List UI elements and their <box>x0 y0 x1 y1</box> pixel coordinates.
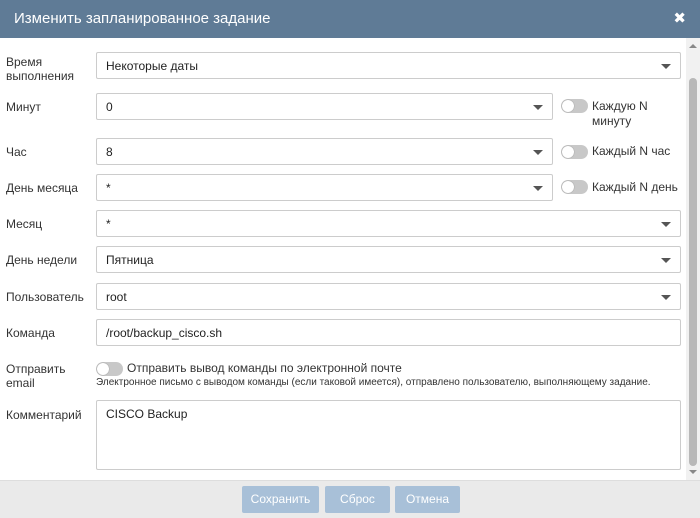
label-command: Команда <box>6 326 55 340</box>
minute-select-value: 0 <box>106 100 113 114</box>
label-send-email: Отправить email <box>6 362 66 390</box>
label-minute: Минут <box>6 100 41 114</box>
every-n-day-toggle[interactable] <box>561 180 588 194</box>
comment-textarea-value: CISCO Backup <box>106 407 188 421</box>
cancel-button[interactable]: Отмена <box>395 486 460 513</box>
toggle-knob <box>97 363 109 375</box>
send-email-note: Электронное письмо с выводом команды (ес… <box>96 377 651 388</box>
chevron-down-icon <box>661 64 671 69</box>
hour-select-value: 8 <box>106 145 113 159</box>
day-of-month-select[interactable]: * <box>96 174 553 201</box>
chevron-down-icon <box>661 295 671 300</box>
day-of-week-select-value: Пятница <box>106 253 154 267</box>
day-of-week-select[interactable]: Пятница <box>96 246 681 273</box>
scroll-up-icon[interactable] <box>689 44 697 48</box>
label-month: Месяц <box>6 217 43 231</box>
label-time-line2: выполнения <box>6 69 75 83</box>
dialog-footer: Сохранить Сброс Отмена <box>0 480 700 518</box>
vertical-scrollbar[interactable] <box>686 38 700 480</box>
label-time: Время выполнения <box>6 55 74 83</box>
month-select[interactable]: * <box>96 210 681 237</box>
command-input-value: /root/backup_cisco.sh <box>106 326 223 340</box>
send-email-toggle[interactable] <box>96 362 123 376</box>
command-input[interactable]: /root/backup_cisco.sh <box>96 319 681 346</box>
every-n-minute-line2: минуту <box>592 114 632 128</box>
hour-select[interactable]: 8 <box>96 138 553 165</box>
label-day-of-week: День недели <box>6 253 78 267</box>
toggle-knob <box>562 181 574 193</box>
label-send-email-line2: email <box>6 376 35 390</box>
time-select-value: Некоторые даты <box>106 59 199 73</box>
minute-select[interactable]: 0 <box>96 93 553 120</box>
send-email-label: Отправить вывод команды по электронной п… <box>127 361 402 375</box>
dialog-content: Время выполнения Некоторые даты Минут 0 … <box>0 38 686 480</box>
comment-textarea[interactable]: CISCO Backup <box>96 400 681 470</box>
chevron-down-icon <box>533 186 543 191</box>
time-select[interactable]: Некоторые даты <box>96 52 681 79</box>
every-n-minute-line1: Каждую N <box>592 99 648 113</box>
close-icon[interactable]: ✖ <box>673 9 686 27</box>
toggle-knob <box>562 100 574 112</box>
chevron-down-icon <box>661 222 671 227</box>
month-select-value: * <box>106 217 111 231</box>
day-of-month-select-value: * <box>106 181 111 195</box>
dialog-title: Изменить запланированное задание <box>14 10 271 27</box>
every-n-hour-label: Каждый N час <box>592 144 671 158</box>
label-comment: Комментарий <box>6 408 82 422</box>
label-hour: Час <box>6 145 27 159</box>
dialog-titlebar: Изменить запланированное задание ✖ <box>0 0 700 38</box>
label-user: Пользователь <box>6 290 84 304</box>
reset-button[interactable]: Сброс <box>325 486 390 513</box>
every-n-hour-toggle[interactable] <box>561 145 588 159</box>
label-time-line1: Время <box>6 55 43 69</box>
chevron-down-icon <box>533 150 543 155</box>
scroll-down-icon[interactable] <box>689 470 697 474</box>
every-n-minute-label: Каждую N минуту <box>592 99 648 129</box>
every-n-minute-toggle[interactable] <box>561 99 588 113</box>
chevron-down-icon <box>661 258 671 263</box>
user-select[interactable]: root <box>96 283 681 310</box>
label-day-of-month: День месяца <box>6 181 78 195</box>
every-n-day-label: Каждый N день <box>592 180 678 194</box>
save-button[interactable]: Сохранить <box>242 486 319 513</box>
chevron-down-icon <box>533 105 543 110</box>
toggle-knob <box>562 146 574 158</box>
scrollbar-thumb[interactable] <box>689 78 697 466</box>
user-select-value: root <box>106 290 127 304</box>
label-send-email-line1: Отправить <box>6 362 66 376</box>
